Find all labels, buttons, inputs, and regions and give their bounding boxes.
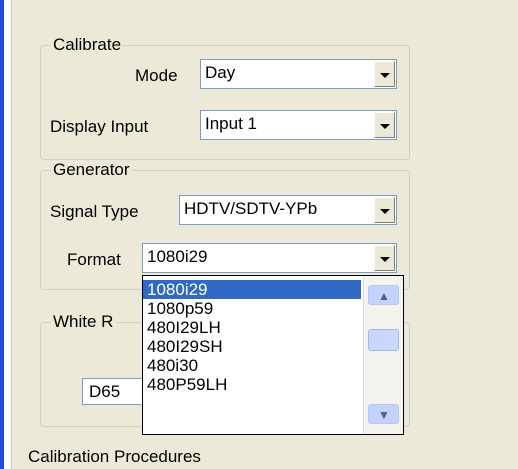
left-separator [11, 0, 12, 469]
mode-combobox[interactable]: Day [200, 59, 397, 89]
dropdown-scrollbar[interactable]: ▲ ▼ [363, 276, 403, 434]
chevron-down-icon [380, 124, 390, 129]
signal-type-label: Signal Type [50, 202, 139, 221]
dropdown-option[interactable]: 480i30 [143, 356, 361, 375]
display-input-value: Input 1 [205, 114, 257, 133]
dropdown-option[interactable]: 1080p59 [143, 299, 361, 318]
white-reference-group-title: White R [51, 312, 116, 332]
signal-type-dropdown-button[interactable] [374, 197, 395, 223]
format-dropdown-button[interactable] [374, 245, 395, 271]
mode-label: Mode [135, 66, 178, 85]
format-combobox[interactable]: 1080i29 [142, 243, 397, 273]
white-point-value: D65 [89, 382, 121, 401]
generator-group-title: Generator [51, 160, 132, 180]
scroll-thumb[interactable] [368, 329, 399, 351]
display-input-label: Display Input [50, 117, 149, 136]
calibration-procedures-label: Calibration Procedures [28, 447, 201, 466]
display-input-dropdown-button[interactable] [374, 112, 395, 138]
chevron-down-icon [380, 257, 390, 262]
format-value: 1080i29 [147, 247, 208, 266]
chevron-up-icon: ▲ [378, 289, 390, 303]
scroll-up-button[interactable]: ▲ [368, 285, 399, 305]
scroll-down-button[interactable]: ▼ [368, 404, 399, 424]
dropdown-option[interactable]: 480I29LH [143, 318, 361, 337]
calibrate-group-title: Calibrate [51, 35, 124, 55]
dropdown-option[interactable]: 480I29SH [143, 337, 361, 356]
chevron-down-icon: ▼ [378, 408, 390, 422]
signal-type-combobox[interactable]: HDTV/SDTV-YPb [179, 195, 397, 225]
dropdown-option[interactable]: 480P59LH [143, 375, 361, 394]
display-input-combobox[interactable]: Input 1 [200, 110, 397, 140]
white-point-field[interactable]: D65 [82, 378, 144, 405]
signal-type-value: HDTV/SDTV-YPb [184, 199, 318, 218]
format-dropdown-list[interactable]: 1080i29 1080p59 480I29LH 480I29SH 480i30… [142, 275, 404, 435]
format-label: Format [67, 250, 121, 269]
left-gutter [4, 0, 11, 469]
mode-value: Day [205, 63, 236, 82]
dropdown-option[interactable]: 1080i29 [143, 280, 361, 299]
mode-dropdown-button[interactable] [374, 61, 395, 87]
chevron-down-icon [380, 209, 390, 214]
chevron-down-icon [380, 73, 390, 78]
